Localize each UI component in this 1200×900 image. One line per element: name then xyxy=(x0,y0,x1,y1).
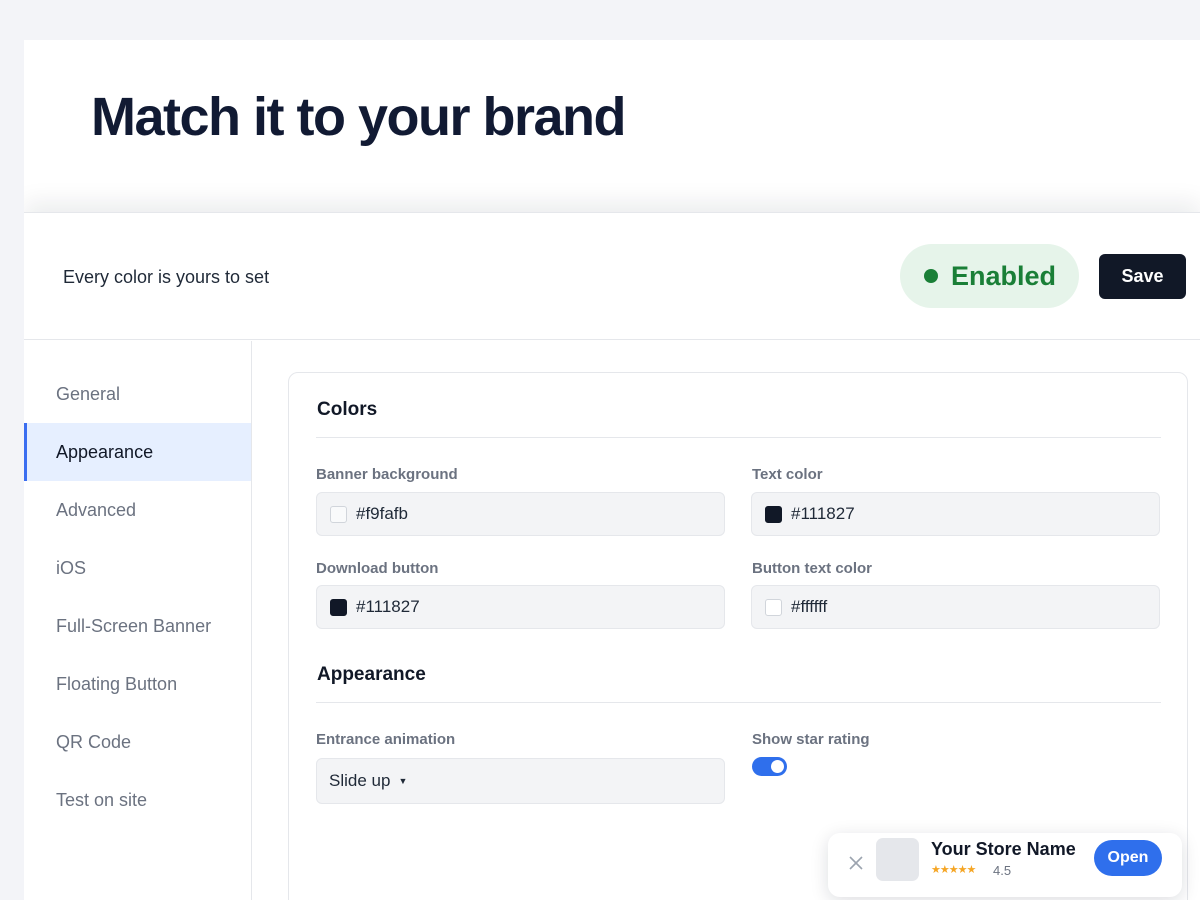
toggle-knob xyxy=(771,760,784,773)
banner-background-label: Banner background xyxy=(316,466,458,483)
section-divider xyxy=(316,437,1161,438)
sidebar-item-qr-code[interactable]: QR Code xyxy=(24,713,251,771)
page-title: Match it to your brand xyxy=(91,87,627,147)
appearance-section-title: Appearance xyxy=(317,664,426,685)
color-swatch[interactable] xyxy=(765,505,782,523)
banner-background-field[interactable]: #f9fafb xyxy=(316,492,725,536)
button-text-color-value: #ffffff xyxy=(791,597,828,616)
sidebar-item-ios[interactable]: iOS xyxy=(24,539,251,597)
settings-card: Colors Banner background #f9fafb Text co… xyxy=(288,372,1188,900)
smart-banner-preview: Your Store Name ★★★★★ 4.5 Open xyxy=(828,833,1182,897)
hero-section: Match it to your brand xyxy=(24,40,1200,212)
button-text-color-field[interactable]: #ffffff xyxy=(751,585,1160,629)
close-icon[interactable] xyxy=(846,853,866,873)
text-color-value: #111827 xyxy=(791,504,855,523)
open-button[interactable]: Open xyxy=(1094,840,1162,876)
color-swatch[interactable] xyxy=(330,505,347,523)
sidebar: General Appearance Advanced iOS Full-Scr… xyxy=(24,341,252,900)
app-window: Match it to your brand Every color is yo… xyxy=(24,40,1200,900)
color-swatch[interactable] xyxy=(765,598,782,616)
entrance-animation-value: Slide up xyxy=(329,771,391,790)
button-text-color-label: Button text color xyxy=(752,560,872,577)
sidebar-item-full-screen-banner[interactable]: Full-Screen Banner xyxy=(24,597,251,655)
color-swatch[interactable] xyxy=(330,598,347,616)
panel-subtitle: Every color is yours to set xyxy=(63,267,270,287)
rating-value: 4.5 xyxy=(993,863,1012,878)
sidebar-item-general[interactable]: General xyxy=(24,365,251,423)
text-color-field[interactable]: #111827 xyxy=(751,492,1160,536)
store-name: Your Store Name xyxy=(931,839,1076,859)
sidebar-item-advanced[interactable]: Advanced xyxy=(24,481,251,539)
status-label: Enabled xyxy=(951,260,1057,291)
panel-header: Every color is yours to set Enabled Save xyxy=(24,213,1200,340)
entrance-animation-label: Entrance animation xyxy=(316,731,456,748)
status-dot-icon xyxy=(924,269,938,283)
entrance-animation-select[interactable]: Slide up ▼ xyxy=(316,758,725,804)
sidebar-item-floating-button[interactable]: Floating Button xyxy=(24,655,251,713)
download-button-label: Download button xyxy=(316,560,439,577)
section-divider xyxy=(316,702,1161,703)
text-color-label: Text color xyxy=(752,466,823,483)
download-button-field[interactable]: #111827 xyxy=(316,585,725,629)
settings-panel: Every color is yours to set Enabled Save… xyxy=(24,212,1200,900)
sidebar-item-appearance[interactable]: Appearance xyxy=(24,423,251,481)
sidebar-nav: General Appearance Advanced iOS Full-Scr… xyxy=(24,341,251,829)
banner-background-value: #f9fafb xyxy=(356,504,408,523)
star-rating-icon: ★★★★★ xyxy=(931,864,976,876)
colors-section-title: Colors xyxy=(317,399,378,420)
caret-down-icon: ▼ xyxy=(398,776,408,786)
app-icon-placeholder xyxy=(876,838,919,881)
status-badge[interactable]: Enabled xyxy=(900,244,1079,308)
sidebar-item-test-on-site[interactable]: Test on site xyxy=(24,771,251,829)
star-rating-toggle[interactable] xyxy=(752,757,787,776)
star-rating-label: Show star rating xyxy=(752,731,870,748)
save-button[interactable]: Save xyxy=(1099,254,1186,299)
download-button-value: #111827 xyxy=(356,597,420,616)
